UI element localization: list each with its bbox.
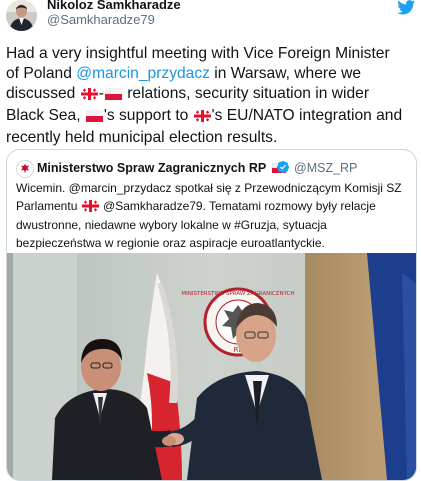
text-segment: in Warsaw, where we — [209, 65, 362, 82]
tweet-text: Had a very insightful meeting with Vice … — [6, 44, 416, 148]
text-segment: Wicemin. @marcin_przydacz spotkał się z … — [16, 181, 402, 195]
emblem-text: MINISTERSTWO SPRAW ZAGRANICZNYCH — [181, 291, 294, 297]
tweet-line: Black Sea, 's support to 's EU/NATO inte… — [6, 106, 416, 128]
quoted-line: bezpieczeństwa w regionie oraz aspiracje… — [16, 235, 408, 253]
text-segment: 's support to — [103, 107, 193, 124]
text-segment: discussed — [6, 85, 80, 102]
quoted-avatar — [16, 160, 34, 178]
text-segment: Parlamentu — [16, 198, 81, 213]
twitter-bird-icon[interactable] — [397, 0, 416, 15]
text-segment: bezpieczeństwa w regionie oraz aspiracje… — [16, 235, 325, 250]
quoted-author-handle[interactable]: @MSZ_RP — [294, 161, 357, 175]
tweet-line: discussed - relations, security situatio… — [6, 84, 416, 106]
quoted-tweet-text: Wicemin. @marcin_przydacz spotkał się z … — [16, 180, 408, 252]
tweet-card: Nikoloz Samkharadze @Samkharadze79 Had a… — [0, 0, 421, 481]
quoted-line: Parlamentu @Samkharadze79. Tematami rozm… — [16, 198, 408, 218]
author-handle[interactable]: @Samkharadze79 — [47, 12, 155, 27]
text-segment: of Poland — [6, 65, 77, 82]
georgia-flag-icon — [80, 86, 98, 106]
poland-flag-icon — [85, 108, 103, 128]
text-segment: 's EU/NATO integration and — [211, 107, 403, 124]
quoted-author-name[interactable]: Ministerstwo Spraw Zagranicznych RP — [37, 161, 287, 176]
quoted-tweet[interactable]: Ministerstwo Spraw Zagranicznych RP @MSZ… — [6, 149, 417, 481]
text-segment: @Samkharadze79. Tematami rozmowy były re… — [99, 198, 376, 213]
tweet-line: recently held municipal election results… — [6, 128, 416, 148]
text-segment: recently held municipal election results… — [6, 129, 278, 146]
verified-badge-icon — [276, 160, 290, 174]
quoted-line: Wicemin. @marcin_przydacz spotkał się z … — [16, 180, 408, 198]
handshake-photo-image: MINISTERSTWO SPRAW ZAGRANICZNYCH RP — [7, 253, 416, 480]
meeting-photo[interactable]: MINISTERSTWO SPRAW ZAGRANICZNYCH RP — [7, 253, 416, 480]
georgia-flag-icon — [193, 108, 211, 128]
quoted-author-name-text: Ministerstwo Spraw Zagranicznych RP — [37, 161, 266, 175]
tweet-line: Had a very insightful meeting with Vice … — [6, 44, 416, 64]
mention-link[interactable]: @marcin_przydacz — [76, 65, 210, 82]
georgia-flag-icon — [81, 199, 99, 218]
polish-eagle-icon — [17, 161, 33, 177]
author-name[interactable]: Nikoloz Samkharadze — [47, 0, 181, 12]
text-segment: Had a very insightful meeting with Vice … — [6, 45, 390, 62]
poland-flag-icon — [104, 86, 122, 106]
text-segment: - — [98, 85, 104, 102]
tweet-line: of Poland @marcin_przydacz in Warsaw, wh… — [6, 64, 416, 84]
quoted-line: dwustronne, niedawne wybory lokalne w #G… — [16, 217, 408, 235]
text-segment: Black Sea, — [6, 107, 85, 124]
text-segment: dwustronne, niedawne wybory lokalne w #G… — [16, 218, 327, 232]
avatar-photo — [6, 0, 37, 31]
author-avatar[interactable] — [6, 0, 37, 31]
text-segment: relations, security situation in wider — [122, 85, 370, 102]
